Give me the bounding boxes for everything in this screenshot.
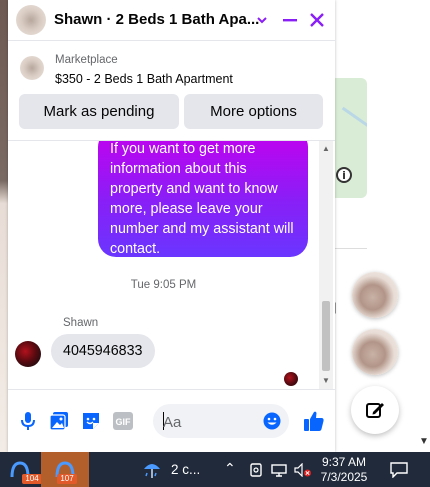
background-divider	[335, 248, 367, 249]
clock-time: 9:37 AM	[321, 455, 367, 469]
chat-title[interactable]: Shawn · 2 Beds 1 Bath Apa...	[54, 11, 259, 28]
taskbar-app-2[interactable]: 107	[41, 452, 89, 487]
background-page-right	[335, 0, 430, 452]
incoming-message[interactable]: 4045946833	[51, 334, 155, 368]
message-input-field[interactable]	[153, 404, 289, 440]
message-input[interactable]	[161, 404, 265, 440]
chat-head-avatar-1[interactable]	[352, 272, 398, 318]
thumbs-up-icon[interactable]	[301, 408, 327, 434]
message-timestamp: Tue 9:05 PM	[130, 279, 197, 291]
background-page-left	[0, 0, 8, 452]
minimize-icon[interactable]	[280, 10, 300, 30]
gif-icon[interactable]: GIF	[112, 410, 134, 432]
chat-window: Shawn · 2 Beds 1 Bath Apa... Marketplace…	[8, 0, 335, 452]
network-icon[interactable]	[269, 452, 289, 487]
seen-indicator-avatar	[284, 372, 298, 386]
taskbar: 104 107 2 c... ⌃ 9:37 AM 7/3/2025	[0, 452, 430, 487]
volume-muted-icon[interactable]	[293, 452, 313, 487]
taskbar-clock[interactable]: 9:37 AM 7/3/2025	[316, 455, 372, 485]
message-list[interactable]: If you want to get more information abou…	[8, 141, 319, 389]
photo-icon[interactable]	[48, 410, 70, 432]
scroll-down-arrow-icon[interactable]: ▼	[319, 375, 333, 387]
sender-name: Shawn	[63, 317, 99, 329]
outgoing-message[interactable]: If you want to get more information abou…	[98, 141, 308, 257]
app-1-badge: 104	[22, 474, 42, 484]
app-2-badge: 107	[57, 474, 77, 484]
chevron-down-icon[interactable]	[252, 10, 272, 30]
taskbar-app-1[interactable]: 104	[0, 452, 42, 487]
info-icon[interactable]: i	[336, 167, 352, 183]
sender-avatar[interactable]	[15, 341, 41, 367]
marketplace-label: Marketplace	[55, 54, 118, 66]
scroll-down-arrow-icon[interactable]: ▼	[419, 436, 429, 447]
new-message-button[interactable]	[351, 386, 399, 434]
compose-icon	[366, 403, 384, 418]
listing-title[interactable]: $350 - 2 Beds 1 Bath Apartment	[55, 72, 233, 86]
listing-avatar[interactable]	[16, 5, 46, 35]
message-scrollbar[interactable]: ▲ ▼	[319, 141, 333, 389]
more-options-button[interactable]: More options	[184, 94, 323, 129]
header-divider	[8, 40, 335, 41]
emoji-icon[interactable]	[263, 412, 281, 430]
sticker-icon[interactable]	[80, 410, 102, 432]
scroll-up-arrow-icon[interactable]: ▲	[319, 143, 333, 155]
gif-label: GIF	[116, 417, 132, 427]
notifications-icon[interactable]	[386, 452, 412, 487]
microphone-icon[interactable]	[17, 410, 39, 432]
weather-text[interactable]: 2 c...	[171, 462, 200, 477]
weather-icon[interactable]	[135, 452, 169, 487]
mark-as-pending-button[interactable]: Mark as pending	[19, 94, 179, 129]
listing-thumbnail[interactable]	[20, 56, 44, 80]
close-icon[interactable]	[307, 10, 327, 30]
scroll-thumb[interactable]	[322, 301, 330, 371]
composer-divider	[8, 389, 335, 390]
chat-header[interactable]: Shawn · 2 Beds 1 Bath Apa...	[8, 0, 335, 40]
chat-head-avatar-2[interactable]	[352, 329, 398, 375]
clock-date: 7/3/2025	[320, 470, 368, 484]
chevron-up-icon[interactable]: ⌃	[224, 460, 236, 477]
device-icon[interactable]	[246, 452, 266, 487]
